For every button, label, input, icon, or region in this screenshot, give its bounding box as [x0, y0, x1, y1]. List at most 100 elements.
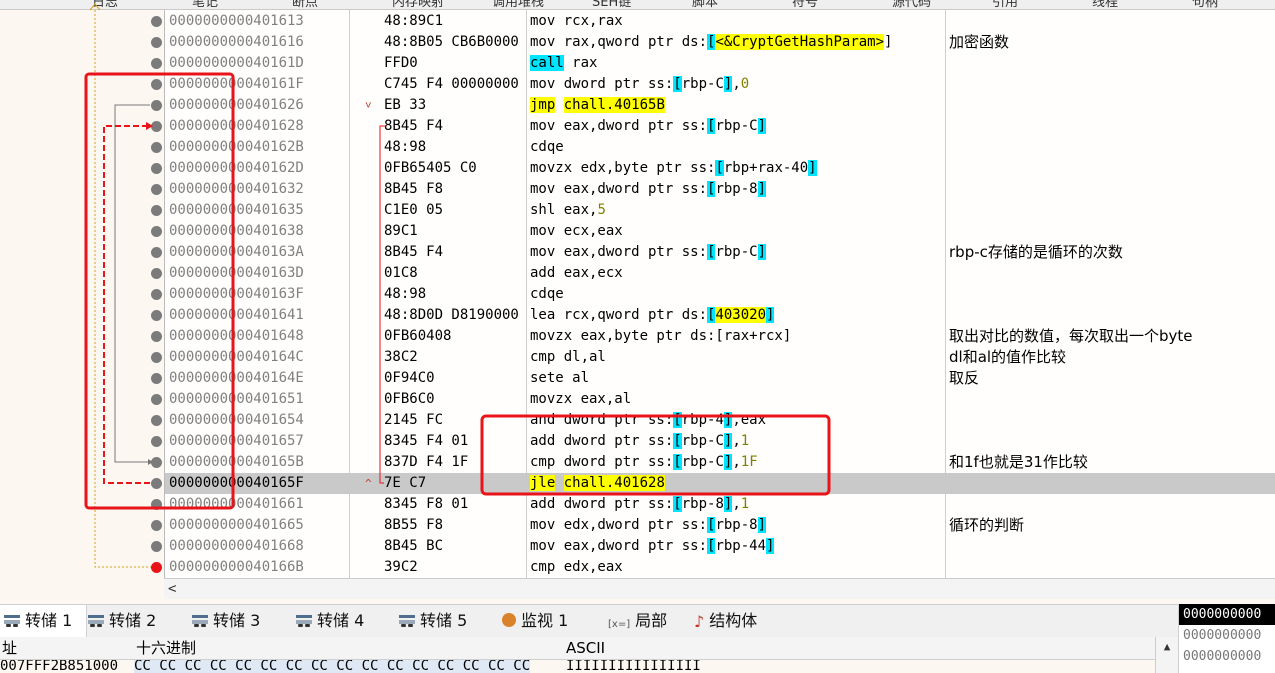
- top-tab-7[interactable]: 符号: [792, 0, 818, 9]
- top-tab-3[interactable]: 内存映射: [392, 0, 444, 9]
- top-tab-2[interactable]: 断点: [292, 0, 318, 9]
- dump-row[interactable]: 007FFF2B851000 CC CC CC CC CC CC CC CC C…: [0, 660, 1178, 673]
- breakpoint-toggle-icon[interactable]: [151, 163, 162, 174]
- breakpoint-toggle-icon[interactable]: [151, 184, 162, 195]
- top-tab-8[interactable]: 源代码: [892, 0, 931, 9]
- breakpoint-toggle-icon[interactable]: [151, 37, 162, 48]
- breakpoint-toggle-icon[interactable]: [151, 457, 162, 468]
- breakpoint-toggle-icon[interactable]: [151, 226, 162, 237]
- disasm-row[interactable]: 000000000040165F ^ 7E C7 jle chall.401628: [165, 473, 1275, 494]
- row-bytes: 7E C7: [384, 475, 427, 491]
- tab-dump-0[interactable]: 转储 1: [0, 605, 87, 637]
- disasm-row[interactable]: 0000000000401657 8345 F4 01 add dword ptr …: [165, 431, 1275, 452]
- dump-vertical-scrollbar[interactable]: ▲: [1155, 637, 1178, 673]
- disasm-row[interactable]: 0000000000401616 48:8B05 CB6B0000 mov rax,…: [165, 32, 1275, 53]
- breakpoint-toggle-icon[interactable]: [151, 268, 162, 279]
- disasm-row[interactable]: 0000000000401641 48:8D0D D8190000 lea rcx,…: [165, 305, 1275, 326]
- disasm-row[interactable]: 0000000000401632 8B45 F8 mov eax,dword ptr…: [165, 179, 1275, 200]
- disasm-row[interactable]: 0000000000401668 8B45 BC mov eax,dword ptr…: [165, 536, 1275, 557]
- disasm-row[interactable]: 0000000000401648 0FB60408 movzx eax,byte p…: [165, 326, 1275, 347]
- disasm-row[interactable]: 000000000040164C 38C2 cmp dl,al dl和al的值作比较: [165, 347, 1275, 368]
- instruction-token: ]: [757, 517, 767, 533]
- instruction-token: ,: [732, 496, 741, 512]
- row-address: 000000000040161F: [169, 76, 304, 92]
- register-value[interactable]: 0000000000: [1179, 604, 1275, 625]
- disasm-row[interactable]: 0000000000401628 8B45 F4 mov eax,dword ptr…: [165, 116, 1275, 137]
- top-tab-5[interactable]: SEH链: [592, 0, 631, 9]
- top-tab-10[interactable]: 线程: [1092, 0, 1118, 9]
- breakpoint-toggle-icon[interactable]: [151, 289, 162, 300]
- disasm-row[interactable]: 000000000040166B 39C2 cmp edx,eax: [165, 557, 1275, 578]
- disasm-row[interactable]: 0000000000401613 48:89C1 mov rcx,rax: [165, 11, 1275, 32]
- breakpoint-toggle-icon[interactable]: [151, 415, 162, 426]
- breakpoint-toggle-icon[interactable]: [151, 499, 162, 510]
- scroll-up-icon[interactable]: ▲: [1156, 637, 1178, 657]
- disasm-row[interactable]: 000000000040162B 48:98 cdqe: [165, 137, 1275, 158]
- breakpoint-toggle-icon[interactable]: [151, 520, 162, 531]
- row-bytes: 8B45 F4: [384, 244, 444, 260]
- instruction-token: ,: [732, 454, 741, 470]
- disasm-row[interactable]: 0000000000401651 0FB6C0 movzx eax,al: [165, 389, 1275, 410]
- row-disassembly: movzx eax,al: [530, 389, 631, 410]
- disasm-row[interactable]: 0000000000401661 8345 F8 01 add dword ptr …: [165, 494, 1275, 515]
- disasm-row[interactable]: 000000000040163F 48:98 cdqe: [165, 284, 1275, 305]
- tab-dump-4[interactable]: 转储 5: [395, 605, 501, 637]
- breakpoint-toggle-icon[interactable]: [151, 436, 162, 447]
- top-tab-0[interactable]: 日志: [92, 0, 118, 9]
- disassembly-view[interactable]: 0000000000401613 48:89C1 mov rcx,rax 000000…: [164, 10, 1275, 578]
- breakpoint-toggle-icon[interactable]: [151, 205, 162, 216]
- tab-dump-2[interactable]: 转储 3: [188, 605, 294, 637]
- register-value[interactable]: 0000000000: [1179, 625, 1275, 646]
- breakpoint-toggle-icon[interactable]: [151, 478, 162, 489]
- instruction-token: ]: [766, 307, 775, 323]
- instruction-token: rbp-44: [715, 538, 767, 554]
- breakpoint-toggle-icon[interactable]: [151, 331, 162, 342]
- disasm-row[interactable]: 0000000000401635 C1E0 05 shl eax,5: [165, 200, 1275, 221]
- disasm-row[interactable]: 000000000040164E 0F94C0 sete al 取反: [165, 368, 1275, 389]
- tab-watch-5[interactable]: 监视 1: [498, 605, 606, 637]
- instruction-token: 0: [740, 76, 750, 92]
- disasm-row[interactable]: 000000000040163D 01C8 add eax,ecx: [165, 263, 1275, 284]
- disasm-row[interactable]: 0000000000401654 2145 FC and dword ptr ss:…: [165, 410, 1275, 431]
- breakpoint-toggle-icon[interactable]: [151, 16, 162, 27]
- top-tab-11[interactable]: 句柄: [1192, 0, 1218, 9]
- disasm-row[interactable]: 000000000040161F C745 F4 00000000 mov dwor…: [165, 74, 1275, 95]
- breakpoint-toggle-icon[interactable]: [151, 58, 162, 69]
- disasm-row[interactable]: 0000000000401626 ˅ EB 33 jmp chall.40165B: [165, 95, 1275, 116]
- breakpoint-toggle-icon[interactable]: [151, 100, 162, 111]
- disasm-row[interactable]: 000000000040165B 837D F4 1F cmp dword ptr …: [165, 452, 1275, 473]
- top-tab-9[interactable]: 引用: [992, 0, 1018, 9]
- horizontal-scrollbar[interactable]: <: [164, 578, 1275, 599]
- jump-gutter: [0, 10, 164, 578]
- disasm-row[interactable]: 000000000040163A 8B45 F4 mov eax,dword ptr…: [165, 242, 1275, 263]
- tab-locals-6[interactable]: [x=] 局部: [604, 605, 692, 637]
- disasm-row[interactable]: 0000000000401665 8B55 F8 mov edx,dword ptr…: [165, 515, 1275, 536]
- row-bytes: 8345 F8 01: [384, 496, 469, 512]
- breakpoint-toggle-icon[interactable]: [151, 121, 162, 132]
- top-tab-6[interactable]: 脚本: [692, 0, 718, 9]
- breakpoint-toggle-icon[interactable]: [151, 352, 162, 363]
- tab-dump-3[interactable]: 转储 4: [292, 605, 398, 637]
- tab-dump-1[interactable]: 转储 2: [84, 605, 190, 637]
- disasm-row[interactable]: 0000000000401638 89C1 mov ecx,eax: [165, 221, 1275, 242]
- breakpoint-toggle-icon[interactable]: [151, 562, 162, 573]
- scroll-left-icon[interactable]: <: [168, 579, 176, 599]
- breakpoint-toggle-icon[interactable]: [151, 79, 162, 90]
- breakpoint-toggle-icon[interactable]: [151, 310, 162, 321]
- breakpoint-toggle-icon[interactable]: [151, 541, 162, 552]
- breakpoint-toggle-icon[interactable]: [151, 142, 162, 153]
- top-tab-4[interactable]: 调用堆栈: [492, 0, 544, 9]
- dump-row-hex: CC CC CC CC CC CC CC CC CC CC CC CC CC C…: [134, 660, 531, 673]
- breakpoint-toggle-icon[interactable]: [151, 394, 162, 405]
- tab-label: 转储 5: [420, 611, 468, 630]
- tab-struct-7[interactable]: ♪ 结构体: [690, 605, 794, 637]
- instruction-token: cmp edx,eax: [530, 559, 623, 575]
- struct-icon: ♪: [694, 612, 705, 631]
- breakpoint-toggle-icon[interactable]: [151, 373, 162, 384]
- row-disassembly: cdqe: [530, 284, 564, 305]
- disasm-row[interactable]: 000000000040162D 0FB65405 C0 movzx edx,byt…: [165, 158, 1275, 179]
- breakpoint-toggle-icon[interactable]: [151, 247, 162, 258]
- disasm-row[interactable]: 000000000040161D FFD0 call rax: [165, 53, 1275, 74]
- top-tab-1[interactable]: 笔记: [192, 0, 218, 9]
- register-value[interactable]: 0000000000: [1179, 646, 1275, 667]
